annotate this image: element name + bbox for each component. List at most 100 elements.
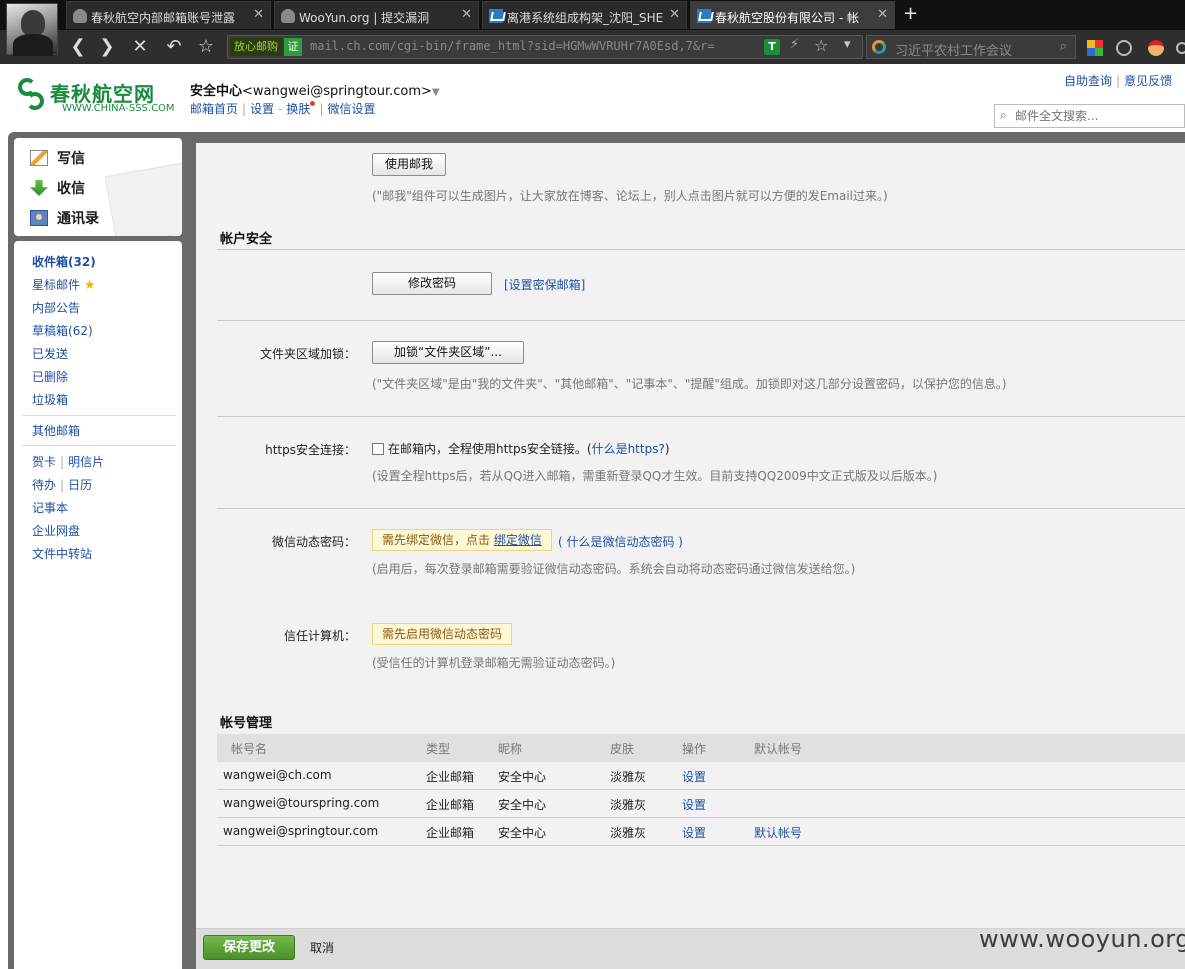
- wechat-otp-hint: (启用后，每次登录邮箱需要验证微信动态密码。系统会自动将动态密码通过微信发送给您…: [372, 562, 856, 576]
- folder-starred[interactable]: 星标邮件 ★: [32, 276, 96, 293]
- logo[interactable]: 春秋航空网 WWW.CHINA-SSS.COM: [14, 78, 184, 118]
- search-placeholder[interactable]: 习近平农村工作会议: [895, 40, 1012, 59]
- folder-sent[interactable]: 已发送: [32, 345, 68, 362]
- save-changes-button[interactable]: 保存更改: [203, 935, 295, 960]
- folder-deleted[interactable]: 已删除: [32, 368, 68, 385]
- tab-close-icon[interactable]: ✕: [253, 7, 264, 22]
- watermark: www.wooyun.org: [979, 925, 1185, 953]
- skin-cell: 淡雅灰: [610, 798, 647, 812]
- profile-avatar[interactable]: [6, 3, 58, 56]
- https-checkbox[interactable]: [372, 443, 384, 455]
- table-row: wangwei@springtour.com 企业邮箱 安全中心 淡雅灰 设置 …: [217, 818, 1185, 846]
- cloud-icon: [73, 9, 87, 23]
- tab-close-icon[interactable]: ✕: [877, 7, 888, 22]
- address-bar[interactable]: 放心邮购 证 mail.ch.com/cgi-bin/frame_html?si…: [227, 35, 863, 59]
- tab-close-icon[interactable]: ✕: [669, 7, 680, 22]
- feedback-link[interactable]: 意见反馈: [1124, 74, 1172, 88]
- nav-settings[interactable]: 设置: [250, 102, 274, 116]
- bind-wechat-link[interactable]: 绑定微信: [494, 533, 542, 547]
- new-dot-icon: [310, 101, 316, 106]
- browser-search-box[interactable]: 习近平农村工作会议 ⌕: [866, 35, 1076, 59]
- self-service-link[interactable]: 自助查询: [1064, 74, 1112, 88]
- mail-search[interactable]: ⌕: [994, 104, 1185, 128]
- translate-icon[interactable]: T: [764, 39, 780, 55]
- account-settings-link[interactable]: 设置: [682, 824, 706, 841]
- search-icon[interactable]: ⌕: [1060, 39, 1067, 54]
- skin-cell: 淡雅灰: [610, 826, 647, 840]
- forward-icon[interactable]: ❯: [95, 35, 119, 59]
- eye-icon[interactable]: [1116, 40, 1132, 56]
- nav-mail-home[interactable]: 邮箱首页: [190, 102, 238, 116]
- tab-title: 春秋航空股份有限公司 - 帐: [715, 11, 859, 25]
- column-header: 帐号名: [231, 742, 268, 756]
- divider: [217, 249, 1185, 250]
- account-info[interactable]: 安全中心<wangwei@springtour.com>▼: [190, 80, 440, 99]
- browser-nav-bar: ❮ ❯ ✕ ↶ ☆ 放心邮购 证 mail.ch.com/cgi-bin/fra…: [0, 30, 1185, 64]
- folder-trash[interactable]: 垃圾箱: [32, 391, 68, 408]
- star-icon: ★: [83, 278, 96, 293]
- wechat-otp-label: 微信动态密码：: [271, 535, 356, 549]
- url-text[interactable]: mail.ch.com/cgi-bin/frame_html?sid=HGMwW…: [310, 39, 750, 53]
- netdisk-link[interactable]: 企业网盘: [32, 522, 80, 539]
- write-icon: [30, 150, 48, 166]
- folder-other-mailbox[interactable]: 其他邮箱: [32, 422, 80, 439]
- folder-list: 收件箱(32) 星标邮件 ★ 内部公告 草稿箱(62) 已发送 已删除 垃圾箱 …: [14, 241, 182, 969]
- search-icon[interactable]: ⌕: [1000, 108, 1007, 123]
- tab-close-icon[interactable]: ✕: [461, 7, 472, 22]
- what-is-https-link[interactable]: 什么是https?: [592, 442, 665, 456]
- certificate-icon[interactable]: 证: [284, 38, 302, 56]
- folder-lock-hint: ("文件夹区域"是由"我的文件夹"、"其他邮箱"、"记事本"、"提醒"组成。加锁…: [372, 377, 1007, 391]
- browser-tab-active[interactable]: 春秋航空股份有限公司 - 帐 ✕: [690, 1, 895, 29]
- cancel-link[interactable]: 取消: [310, 939, 334, 956]
- logo-mark-icon: [14, 78, 48, 114]
- browser-tab[interactable]: WooYun.org | 提交漏洞 ✕: [274, 1, 479, 29]
- divider: [22, 445, 176, 446]
- notes-link[interactable]: 记事本: [32, 499, 68, 516]
- default-account-cell[interactable]: 默认帐号: [754, 824, 802, 841]
- type-cell: 企业邮箱: [426, 798, 475, 812]
- back-icon[interactable]: ❮: [66, 35, 90, 59]
- settings-content: 使用邮我 ("邮我"组件可以生成图片，让大家放在博客、论坛上，别人点击图片就可以…: [196, 143, 1185, 969]
- mail-me-button[interactable]: 使用邮我: [372, 153, 446, 176]
- favorite-star-icon[interactable]: ☆: [814, 36, 828, 55]
- folder-drafts[interactable]: 草稿箱(62): [32, 322, 93, 339]
- stop-icon[interactable]: ✕: [128, 35, 152, 59]
- https-checkbox-label: 在邮箱内，全程使用https安全链接。: [388, 442, 587, 456]
- calendar-link[interactable]: 日历: [68, 478, 92, 492]
- postcards-link[interactable]: 明信片: [68, 455, 104, 469]
- lightning-icon[interactable]: ⚡: [790, 37, 799, 52]
- nav-skin[interactable]: 换肤: [286, 102, 310, 116]
- santa-extension-icon[interactable]: [1148, 40, 1164, 56]
- cards-link[interactable]: 贺卡: [32, 455, 56, 469]
- folder-inbox[interactable]: 收件箱(32): [32, 253, 96, 270]
- receive-mail-button[interactable]: 收信: [30, 178, 85, 200]
- todo-link[interactable]: 待办: [32, 478, 56, 492]
- apps-grid-icon[interactable]: [1087, 40, 1103, 56]
- notice-text: 需先绑定微信，点击: [382, 533, 491, 547]
- column-header: 默认帐号: [754, 742, 803, 756]
- nickname-cell: 安全中心: [498, 770, 547, 784]
- tools-row-cards: 贺卡 | 明信片: [32, 455, 105, 469]
- set-security-mailbox-link[interactable]: [设置密保邮箱]: [504, 276, 585, 293]
- what-is-wechat-otp-link[interactable]: ( 什么是微信动态密码 ): [558, 533, 683, 550]
- folder-lock-button[interactable]: 加锁“文件夹区域”...: [372, 341, 524, 364]
- browser-tab[interactable]: 春秋航空内部邮箱账号泄露 ✕: [66, 1, 271, 29]
- nav-wechat-settings[interactable]: 微信设置: [327, 102, 375, 116]
- undo-icon[interactable]: ↶: [162, 35, 186, 59]
- write-mail-button[interactable]: 写信: [30, 148, 85, 170]
- new-tab-button[interactable]: +: [903, 4, 918, 24]
- change-password-button[interactable]: 修改密码: [372, 272, 492, 295]
- mail-search-input[interactable]: [1015, 107, 1180, 125]
- chevron-down-icon[interactable]: ▼: [432, 87, 440, 98]
- tab-title: 离港系统组成构架_沈阳_SHE: [507, 11, 664, 25]
- account-settings-link[interactable]: 设置: [682, 768, 706, 785]
- secure-shopping-badge[interactable]: 放心邮购: [230, 38, 282, 56]
- file-transfer-link[interactable]: 文件中转站: [32, 545, 92, 562]
- address-book-button[interactable]: 通讯录: [30, 208, 99, 230]
- account-settings-link[interactable]: 设置: [682, 796, 706, 813]
- browser-tab[interactable]: 离港系统组成构架_沈阳_SHE ✕: [482, 1, 687, 29]
- menu-icon[interactable]: [1176, 42, 1185, 54]
- folder-notice[interactable]: 内部公告: [32, 299, 80, 316]
- chevron-down-icon[interactable]: ▾: [844, 37, 851, 52]
- bookmark-star-icon[interactable]: ☆: [194, 35, 218, 59]
